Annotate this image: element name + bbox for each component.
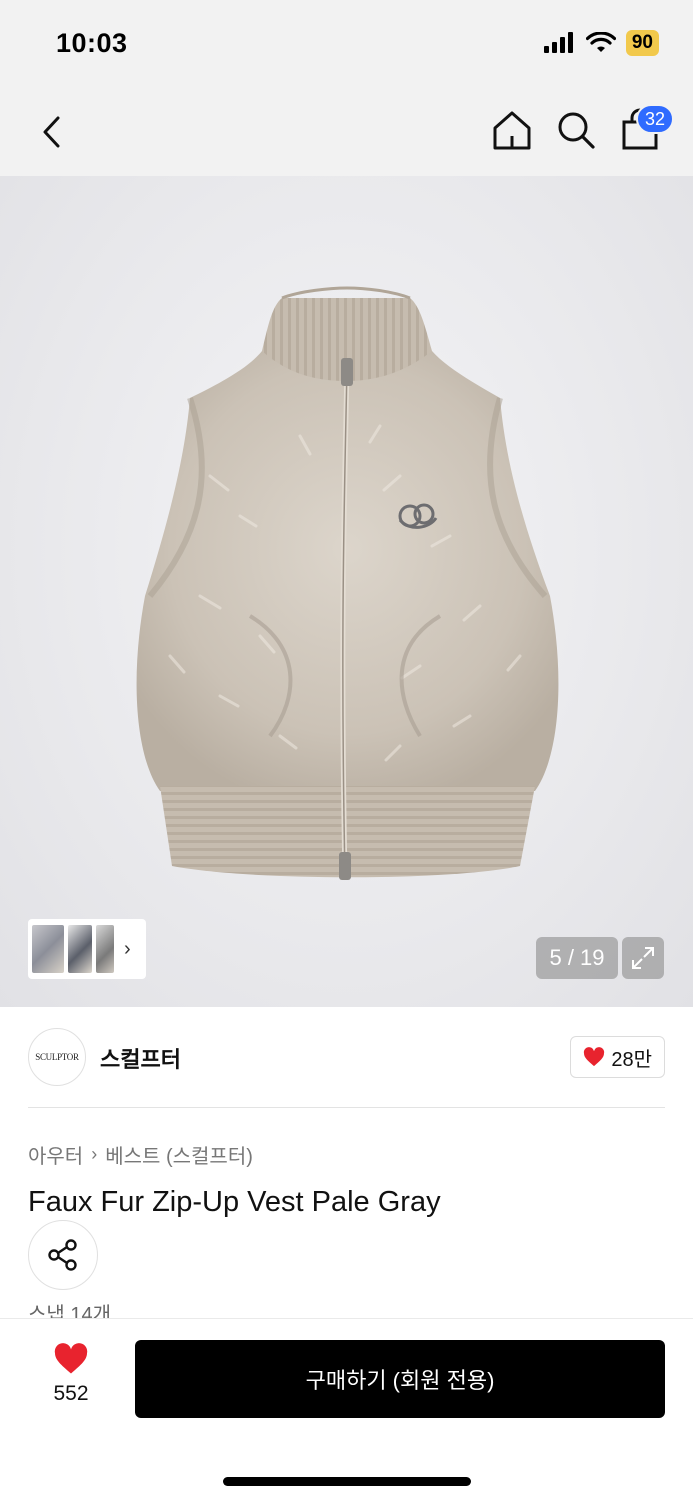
divider: [28, 1107, 665, 1108]
vest-photo: [136, 286, 559, 880]
home-icon: [493, 111, 531, 150]
brand-like-button[interactable]: 28만: [570, 1036, 665, 1078]
expand-icon: [632, 947, 654, 969]
chevron-right-icon: ›: [124, 937, 131, 960]
brand-like-count: 28만: [611, 1048, 652, 1071]
thumbnail-image: [68, 925, 92, 973]
status-icons: 90: [543, 30, 659, 56]
product-like-button[interactable]: 552: [40, 1343, 102, 1406]
battery-level: 90: [625, 30, 659, 56]
gallery-page-indicator: 5 / 19: [536, 937, 618, 979]
cellular-signal-icon: [543, 32, 573, 53]
home-button[interactable]: [490, 108, 534, 152]
cart-count-badge: 32: [636, 104, 674, 134]
breadcrumb-category[interactable]: 아우터: [28, 1140, 83, 1169]
breadcrumb-subcategory[interactable]: 베스트 (스컬프터): [105, 1140, 253, 1169]
chevron-right-icon: ›: [91, 1144, 98, 1164]
product-image[interactable]: › 5 / 19: [0, 176, 693, 1007]
breadcrumb: 아우터 › 베스트 (스컬프터): [28, 1140, 253, 1169]
bottom-action-bar: 552 구매하기 (회원 전용): [0, 1318, 693, 1500]
back-chevron-icon: [43, 116, 60, 148]
thumbnail-image: [32, 925, 64, 973]
product-title: Faux Fur Zip-Up Vest Pale Gray: [28, 1186, 441, 1218]
status-bar: 10:03 90: [0, 0, 693, 88]
thumbnail-image: [96, 925, 114, 973]
share-icon: [48, 1239, 77, 1271]
buy-button[interactable]: 구매하기 (회원 전용): [135, 1340, 665, 1418]
home-indicator: [223, 1477, 471, 1486]
status-time: 10:03: [56, 28, 128, 58]
brand-name[interactable]: 스컬프터: [100, 1042, 181, 1074]
back-button[interactable]: [30, 110, 74, 154]
expand-button[interactable]: [622, 937, 664, 979]
search-icon: [558, 112, 595, 149]
brand-row[interactable]: SCULPTOR 스컬프터 28만: [28, 1026, 665, 1088]
nav-bar: [0, 88, 693, 176]
brand-logo[interactable]: SCULPTOR: [28, 1028, 86, 1086]
wifi-icon: [585, 32, 616, 52]
search-button[interactable]: [554, 108, 598, 152]
heart-icon: [584, 1047, 605, 1067]
thumbnail-strip[interactable]: ›: [28, 919, 146, 979]
product-like-count: 552: [53, 1382, 89, 1405]
heart-icon: [54, 1343, 88, 1374]
share-button[interactable]: [28, 1220, 98, 1290]
